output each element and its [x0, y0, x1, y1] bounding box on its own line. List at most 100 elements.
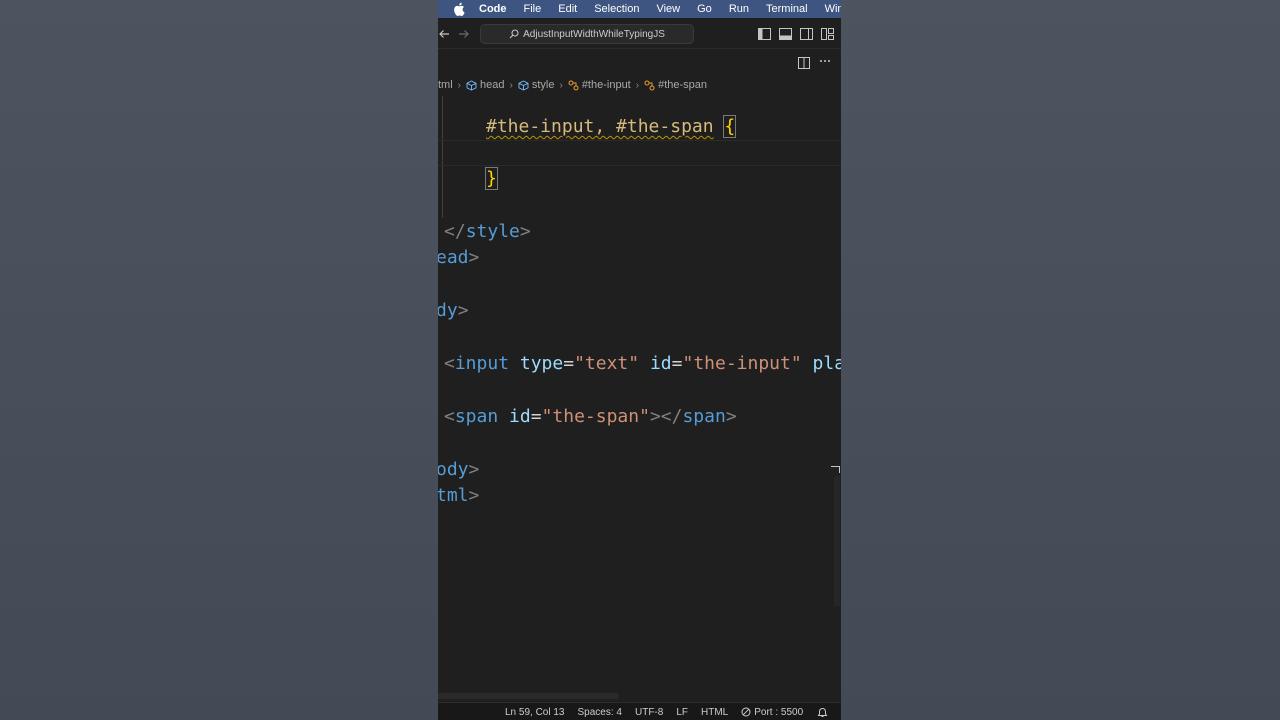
current-line-highlight — [438, 140, 841, 166]
menu-edit[interactable]: Edit — [558, 3, 577, 15]
menu-app-code[interactable]: Code — [479, 3, 507, 15]
tag-punct: > — [457, 300, 469, 321]
cube-icon — [518, 79, 529, 91]
code-line: tml> — [438, 484, 479, 508]
attr-value: "text" — [574, 353, 640, 374]
code-line: <input type="text" id="the-input" plac — [444, 352, 841, 376]
attr-eq: = — [530, 406, 542, 427]
tag-name: dy — [438, 300, 458, 321]
background-right — [841, 0, 1280, 720]
tag-name: tml — [438, 485, 469, 506]
attr-eq: = — [671, 353, 683, 374]
css-selector-icon — [644, 80, 655, 91]
bell-icon[interactable] — [817, 707, 828, 718]
editor-tab-row — [438, 49, 841, 75]
tag-punct: > — [468, 485, 480, 506]
code-line: dy> — [438, 299, 469, 323]
menu-run[interactable]: Run — [729, 3, 749, 15]
code-line: ead> — [438, 246, 479, 270]
breadcrumb-item-style[interactable]: style — [518, 79, 555, 91]
arrow-left-icon[interactable] — [438, 27, 450, 39]
breadcrumb: tml › head › style › #the-input › #the-s… — [438, 76, 841, 94]
menu-go[interactable]: Go — [697, 3, 712, 15]
attr-name: plac — [812, 353, 841, 374]
more-actions-icon[interactable] — [818, 54, 832, 68]
status-indentation[interactable]: Spaces: 4 — [578, 707, 622, 718]
attr-value: "the-span" — [541, 406, 650, 427]
breadcrumb-label: style — [531, 79, 555, 91]
chevron-right-icon: › — [457, 79, 462, 91]
attr-value: "the-input" — [682, 353, 802, 374]
toggle-panel-icon[interactable] — [779, 27, 792, 40]
breadcrumb-item-the-span[interactable]: #the-span — [644, 79, 707, 91]
code-editor[interactable]: #the-input, #the-span { } </style> ead> … — [438, 96, 841, 699]
mac-menubar: Code File Edit Selection View Go Run Ter… — [438, 0, 841, 18]
tag-name: span — [454, 406, 499, 427]
command-center-search[interactable]: AdjustInputWidthWhileTypingJS — [480, 24, 694, 44]
chevron-right-icon: › — [635, 79, 640, 91]
title-bar: AdjustInputWidthWhileTypingJS — [438, 18, 841, 49]
attr-name: id — [649, 353, 672, 374]
tag-punct: < — [444, 353, 455, 374]
code-line: ody> — [438, 458, 479, 482]
cube-icon — [466, 79, 477, 91]
toggle-primary-sidebar-icon[interactable] — [758, 27, 771, 40]
menu-file[interactable]: File — [524, 3, 542, 15]
toggle-secondary-sidebar-icon[interactable] — [800, 27, 813, 40]
vscode-window: Code File Edit Selection View Go Run Ter… — [438, 0, 841, 720]
customize-layout-icon[interactable] — [821, 27, 834, 40]
breadcrumb-label: head — [480, 79, 505, 91]
menu-selection[interactable]: Selection — [594, 3, 639, 15]
open-brace: { — [723, 115, 737, 138]
minimap-slider-marker — [831, 466, 840, 473]
tag-punct: > — [519, 221, 531, 242]
tag-punct: < — [444, 406, 455, 427]
css-selector-icon — [568, 80, 579, 91]
menu-window[interactable]: Wind — [825, 3, 841, 15]
arrow-right-icon[interactable] — [458, 27, 470, 39]
breadcrumb-label: #the-span — [658, 79, 708, 91]
status-cursor-position[interactable]: Ln 59, Col 13 — [505, 707, 565, 718]
close-brace: } — [485, 167, 498, 190]
attr-eq: = — [563, 353, 575, 374]
horizontal-scrollbar[interactable] — [438, 693, 618, 699]
code-line: </style> — [444, 220, 531, 244]
breadcrumb-label: tml — [438, 79, 453, 91]
circle-slash-icon — [741, 707, 751, 717]
tag-name: span — [682, 406, 726, 427]
breadcrumb-item-html[interactable]: tml — [438, 79, 453, 91]
tag-name: style — [465, 221, 520, 242]
code-line: #the-input, #the-span { — [486, 115, 737, 139]
chevron-right-icon: › — [509, 79, 513, 91]
background-left — [0, 0, 438, 720]
chevron-right-icon: › — [559, 79, 563, 91]
code-line: } — [485, 167, 498, 191]
search-label: AdjustInputWidthWhileTypingJS — [523, 28, 665, 40]
tag-punct: > — [468, 459, 480, 480]
breadcrumb-item-the-input[interactable]: #the-input — [568, 79, 631, 91]
tag-punct: ></ — [649, 406, 683, 427]
status-port-label: Port : 5500 — [754, 706, 804, 718]
code-line: <span id="the-span"></span> — [444, 405, 737, 429]
breadcrumb-label: #the-input — [581, 79, 631, 91]
tag-punct: > — [725, 406, 737, 427]
vertical-scrollbar[interactable] — [834, 476, 840, 606]
status-live-server[interactable]: Port : 5500 — [741, 707, 803, 718]
layout-controls — [758, 27, 841, 40]
split-editor-icon[interactable] — [798, 56, 810, 69]
apple-icon[interactable] — [453, 2, 465, 16]
tag-name: input — [454, 353, 510, 374]
tag-name: ody — [438, 459, 469, 480]
search-icon — [509, 29, 519, 39]
status-encoding[interactable]: UTF-8 — [635, 707, 663, 718]
menu-terminal[interactable]: Terminal — [766, 3, 808, 15]
menu-view[interactable]: View — [656, 3, 680, 15]
css-selector-text: #the-input, #the-span — [486, 116, 714, 137]
status-language[interactable]: HTML — [701, 707, 728, 718]
attr-name: id — [509, 406, 531, 427]
tag-punct: > — [468, 247, 480, 268]
tag-name: ead — [438, 247, 469, 268]
status-eol[interactable]: LF — [676, 707, 688, 718]
tag-punct: </ — [444, 221, 466, 242]
breadcrumb-item-head[interactable]: head — [466, 79, 505, 91]
